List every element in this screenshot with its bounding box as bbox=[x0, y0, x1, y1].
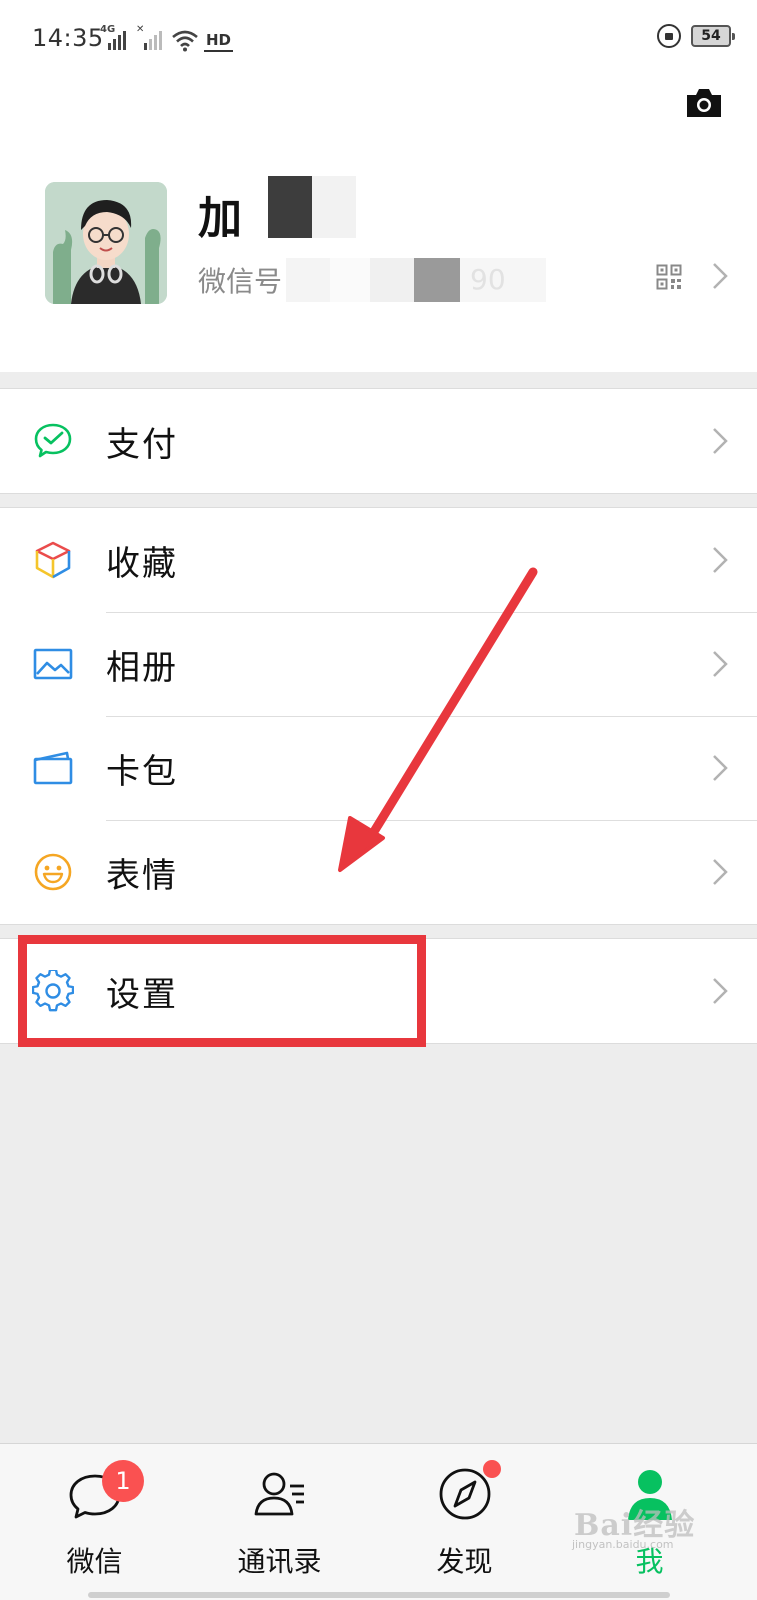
status-time: 14:35 bbox=[32, 24, 104, 52]
nickname-redaction-dark bbox=[268, 176, 312, 238]
unread-badge: 1 bbox=[102, 1460, 144, 1502]
tab-label: 发现 bbox=[436, 1545, 493, 1578]
menu-item-settings[interactable]: 设置 bbox=[0, 939, 757, 1043]
menu-item-stickers[interactable]: 表情 bbox=[0, 820, 757, 924]
chevron-right-icon bbox=[713, 263, 728, 289]
battery-icon: 54 bbox=[691, 25, 735, 47]
avatar[interactable] bbox=[45, 182, 167, 304]
menu-item-album[interactable]: 相册 bbox=[0, 612, 757, 716]
wechat-id-suffix: 90 bbox=[460, 258, 547, 302]
menu-item-label: 相册 bbox=[106, 647, 178, 688]
settings-group: 设置 bbox=[0, 938, 757, 1044]
menu-item-favorites[interactable]: 收藏 bbox=[0, 508, 757, 612]
new-content-dot bbox=[483, 1460, 501, 1478]
home-indicator bbox=[88, 1592, 670, 1598]
status-icons-left: 4G ✕ HD bbox=[100, 22, 234, 52]
features-group: 收藏 相册 卡包 表情 bbox=[0, 507, 757, 925]
tab-label: 微信 bbox=[66, 1545, 123, 1578]
status-icons-right: 54 bbox=[657, 24, 735, 48]
contacts-icon bbox=[254, 1472, 304, 1516]
profile-header[interactable]: 加 微信号 90 bbox=[0, 78, 757, 372]
chevron-right-icon bbox=[713, 651, 728, 677]
menu-item-label: 表情 bbox=[106, 855, 178, 896]
wechat-id-row: 微信号 90 bbox=[198, 258, 547, 302]
wechat-pay-icon bbox=[34, 423, 72, 458]
tab-label: 通讯录 bbox=[237, 1545, 322, 1578]
chevron-right-icon bbox=[713, 978, 728, 1004]
nickname-redaction-light bbox=[312, 176, 356, 238]
menu-item-label: 卡包 bbox=[106, 751, 178, 792]
tab-discover[interactable]: 发现 bbox=[370, 1444, 559, 1600]
pay-group: 支付 bbox=[0, 388, 757, 494]
tab-contacts[interactable]: 通讯录 bbox=[185, 1444, 374, 1600]
photo-album-icon bbox=[33, 648, 73, 680]
card-wallet-icon bbox=[33, 751, 73, 785]
chevron-right-icon bbox=[713, 547, 728, 573]
avatar-illustration bbox=[45, 182, 167, 304]
cellular-signal-icon: 4G bbox=[100, 24, 130, 52]
favorites-cube-icon bbox=[35, 541, 71, 579]
cellular-signal-2-icon: ✕ bbox=[136, 24, 166, 52]
wechat-id-redaction: 90 bbox=[286, 258, 547, 302]
chevron-right-icon bbox=[713, 859, 728, 885]
qr-code-icon[interactable] bbox=[656, 264, 682, 290]
profile-nickname: 加 bbox=[198, 193, 244, 244]
chevron-right-icon bbox=[713, 428, 728, 454]
chevron-right-icon bbox=[713, 755, 728, 781]
status-bar: 14:35 4G ✕ HD 54 bbox=[0, 0, 757, 78]
camera-icon[interactable] bbox=[684, 86, 724, 120]
menu-item-label: 收藏 bbox=[106, 543, 178, 584]
sticker-smile-icon bbox=[34, 853, 72, 891]
gear-icon bbox=[32, 970, 74, 1012]
wechat-id-label: 微信号 bbox=[198, 265, 283, 298]
baidu-watermark-url: jingyan.baidu.com bbox=[572, 1538, 674, 1551]
menu-item-label: 支付 bbox=[106, 424, 178, 465]
menu-item-card-wallet[interactable]: 卡包 bbox=[0, 716, 757, 820]
tab-chats[interactable]: 1 微信 bbox=[0, 1444, 189, 1600]
rotation-lock-icon bbox=[657, 24, 681, 48]
hd-voice-icon: HD bbox=[204, 30, 234, 52]
menu-item-pay[interactable]: 支付 bbox=[0, 389, 757, 493]
wifi-icon bbox=[172, 30, 198, 52]
menu-item-label: 设置 bbox=[106, 974, 178, 1015]
